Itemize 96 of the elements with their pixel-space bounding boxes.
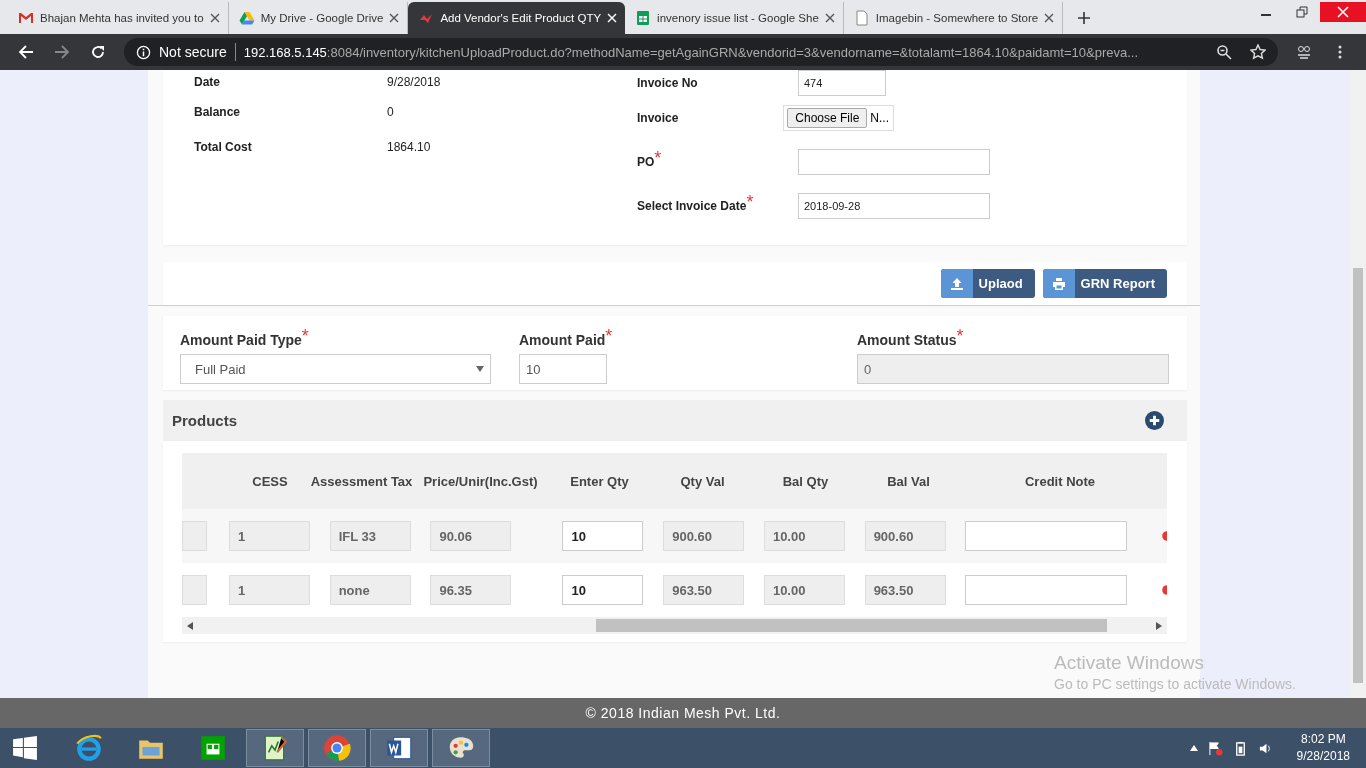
chrome-icon	[322, 733, 352, 763]
flag-icon[interactable]	[1207, 740, 1223, 756]
activation-subtitle: Go to PC settings to activate Windows.	[1054, 676, 1296, 692]
table-cell: IFL 33	[329, 521, 411, 551]
security-label: Not secure	[159, 44, 227, 60]
required-mark: *	[301, 331, 309, 341]
activation-title: Activate Windows	[1054, 652, 1205, 674]
field-label: Amount Paid	[519, 332, 606, 348]
field-label: Amount Status	[857, 332, 957, 348]
address-bar[interactable]: Not secure 192.168.5.145:8084/inventory/kitchenUploadProduct.do?methodName=getAgainGRN&vendorid=3&vendorname=&totalamt=1864.10&paidamt=10&preva...	[124, 38, 1278, 66]
triangle-icon	[238, 10, 255, 26]
windows-start-icon[interactable]	[12, 735, 38, 761]
summary-value: 0	[387, 104, 394, 119]
table-cell: 963.50	[663, 575, 745, 605]
input-field[interactable]	[965, 575, 1128, 605]
products-title: Products	[172, 412, 237, 429]
required-mark: *	[746, 197, 754, 207]
paid-type-dropdown[interactable]: Full Paid	[180, 354, 491, 384]
amount-status-value: 0	[857, 354, 1169, 384]
summary-value: 1864.10	[387, 139, 431, 154]
table-cell	[182, 575, 207, 605]
table-cell: 1	[228, 575, 310, 605]
input-field[interactable]: 2018-09-28	[798, 193, 990, 219]
summary-label: Date	[194, 75, 221, 89]
tray-caret-icon[interactable]	[1189, 745, 1198, 751]
close-icon[interactable]	[209, 13, 220, 23]
browser-tab[interactable]: Add Vendor's Edit Product QTY	[408, 2, 626, 34]
zoom-icon[interactable]	[1216, 44, 1232, 60]
required-mark: *	[605, 331, 613, 341]
column-header: Enter Qty	[569, 473, 630, 489]
table-cell: 900.60	[864, 521, 946, 551]
star-icon[interactable]	[1250, 44, 1266, 60]
scroll-right-icon[interactable]	[1156, 621, 1162, 630]
page-icon	[853, 10, 870, 26]
column-header: Assessment Tax	[310, 473, 413, 489]
required-mark: *	[654, 153, 662, 163]
caret-icon	[476, 366, 484, 372]
url-text: 192.168.5.145:8084/inventory/kitchenUploadProduct.do?methodName=getAgainGRN&vendorid=3&vendorname=&totalamt=1864.10&paidamt=10&preva...	[243, 44, 1140, 60]
table-cell: 1	[228, 521, 310, 551]
clock[interactable]: 8:02 PM 9/28/2018	[1296, 731, 1350, 765]
table-cell: none	[329, 575, 411, 605]
e-logo-icon	[74, 733, 104, 763]
info-icon	[136, 44, 151, 60]
table-cell: 96.35	[430, 575, 512, 605]
required-mark: *	[956, 331, 964, 341]
column-header: Bal Val	[886, 473, 931, 489]
summary-label: Total Cost	[194, 139, 253, 154]
taskbar-app[interactable]	[246, 729, 304, 767]
taskbar-app[interactable]	[370, 729, 428, 767]
table-cell: 900.60	[663, 521, 745, 551]
horizontal-scrollbar[interactable]	[182, 617, 1167, 634]
mail-icon	[18, 10, 34, 26]
action-button[interactable]: Uplaod	[940, 269, 1035, 298]
table-cell: 90.06	[430, 521, 512, 551]
field-label: Select Invoice Date	[637, 199, 747, 213]
column-header: Price/Unir(Inc.Gst)	[422, 473, 539, 489]
column-header: Credit Note	[1023, 473, 1097, 489]
print-icon	[1051, 276, 1066, 291]
action-button[interactable]: GRN Report	[1042, 269, 1167, 298]
input-field[interactable]: 474	[798, 70, 886, 96]
field-label: Invoice No	[637, 76, 698, 90]
field-label: Invoice	[637, 111, 679, 125]
close-icon	[1337, 6, 1349, 18]
column-header: Qty Val	[679, 473, 726, 489]
taskbar-app[interactable]	[432, 729, 490, 767]
copyright-text: © 2018 Indian Mesh Pvt. Ltd.	[585, 705, 781, 721]
summary-value: 9/28/2018	[387, 75, 441, 89]
table-cell: 10.00	[763, 575, 845, 605]
input-field[interactable]	[798, 149, 990, 175]
sheet-icon	[635, 10, 652, 26]
input-field[interactable]	[965, 521, 1128, 551]
input-field[interactable]: 10	[562, 575, 644, 605]
file-status: N...	[870, 111, 889, 125]
field-label: Amount Paid Type	[180, 332, 302, 348]
column-header: CESS	[251, 473, 289, 489]
close-window-button[interactable]	[1320, 2, 1366, 22]
close-icon[interactable]	[1044, 13, 1055, 23]
table-cell: 963.50	[864, 575, 946, 605]
vertical-scrollbar[interactable]	[1350, 70, 1366, 698]
upload-icon	[949, 276, 964, 291]
add-icon[interactable]	[1145, 411, 1164, 430]
close-icon[interactable]	[389, 13, 400, 23]
taskbar-app[interactable]	[308, 729, 366, 767]
table-cell: 10.00	[763, 521, 845, 551]
summary-label: Balance	[194, 104, 242, 119]
file-field[interactable]: Choose File N...	[783, 105, 894, 131]
new-tab-icon[interactable]	[1077, 11, 1092, 25]
input-field[interactable]: 10	[562, 521, 644, 551]
choose-file-button[interactable]: Choose File	[787, 108, 868, 128]
close-icon[interactable]	[824, 13, 835, 23]
scroll-left-icon[interactable]	[187, 621, 193, 630]
field-label: PO	[637, 155, 655, 169]
amount-paid-field[interactable]: 10	[519, 354, 607, 384]
column-header: Bal Qty	[781, 473, 830, 489]
restore-icon[interactable]	[1296, 6, 1308, 18]
shopping-bag-icon	[198, 733, 228, 763]
